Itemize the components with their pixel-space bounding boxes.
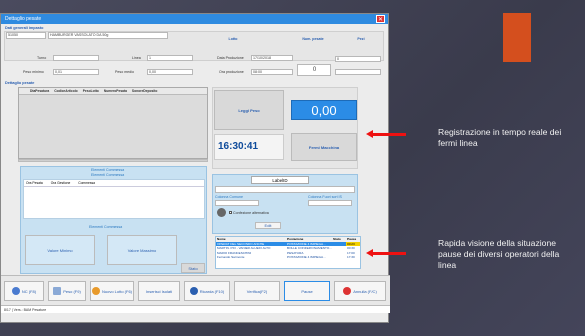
cancel-icon [343, 287, 352, 295]
label-id-title: LabelID [251, 176, 309, 184]
leggi-peso-button[interactable]: Leggi Peso [214, 90, 284, 130]
verifica-button[interactable]: Verifica(F2) [234, 281, 280, 301]
pause-table[interactable]: Nome Postazione Stato Pausa OPERAT DEL S… [215, 236, 361, 269]
nuovo-lotto-button[interactable]: Nuovo Lotto (F6) [90, 281, 134, 301]
pause-row-pausa: 17:30 [347, 255, 355, 260]
verifica-label: Verifica(F2) [246, 288, 268, 294]
detail-grid-header: DtaPesatura CodiceArticolo PesoLotto Num… [19, 88, 207, 95]
turno-field[interactable] [53, 55, 99, 61]
pause-row[interactable]: Fernando Sarmonte POSTAZIONE 4 IMPIEGA..… [216, 255, 360, 260]
detail-title: Dettaglio pesate [5, 81, 35, 85]
slide-accent [503, 13, 531, 62]
fermi-title: Elementi Commessa [91, 168, 125, 172]
annulla-label: Annulla (F/C) [353, 288, 377, 294]
ora-produzione-field[interactable]: 08:00 [251, 69, 293, 75]
window-titlebar: Dettaglio pesate ✕ [1, 14, 388, 24]
app-window: Dettaglio pesate ✕ Dati generali impasto… [0, 13, 390, 323]
detail-grid[interactable]: DtaPesatura CodiceArticolo PesoLotto Num… [18, 87, 208, 159]
stato-button[interactable]: Stato [181, 263, 205, 273]
pause-row-stato [332, 255, 346, 260]
settings-icon[interactable] [217, 208, 226, 217]
ricarda-button[interactable]: Ricarda (F10) [184, 281, 230, 301]
confezione-checkbox-label: Confezione alternativa [233, 211, 269, 215]
nc-label: NC (F8) [21, 288, 37, 294]
peso-medio-label: Peso medio [115, 70, 134, 74]
col-ora-pesata: Ora Pesata [26, 181, 43, 185]
label-panel: LabelID Colonna Comune Colonna Fuori sor… [212, 174, 358, 234]
window-title: Dettaglio pesate [5, 16, 42, 22]
extra-field[interactable] [335, 69, 381, 75]
annotation-fermi: Registrazione in tempo reale dei fermi l… [438, 127, 562, 148]
fermi-macchina-button[interactable]: Fermi Macchina [291, 133, 357, 161]
fermi-list[interactable]: Ora Pesata Ora Gestione Commessa [23, 179, 205, 219]
label-edit-button[interactable]: Edit [255, 222, 281, 229]
valore-minimo-button[interactable]: Valore Minimo [25, 235, 95, 265]
label-field2[interactable] [308, 200, 352, 206]
pezi-header: Pezi [357, 37, 365, 41]
peso-button[interactable]: Peso (F9) [48, 281, 86, 301]
col-codicearticolo: CodiceArticolo [54, 89, 78, 93]
col-ora-gestione: Ora Gestione [50, 181, 71, 185]
lotto-icon [91, 287, 100, 295]
status-bar: 8/17 | Vers.: BAM Pesature [1, 305, 390, 313]
col-commessa: Commessa [78, 181, 95, 185]
turno-label: Turno [37, 56, 47, 60]
ora-produzione-label: Ora produzione [219, 70, 244, 74]
col-numeropesata: NumeroPesata [103, 89, 127, 93]
annulla-button[interactable]: Annulla (F/C) [334, 281, 386, 301]
data-produzione-label: Data Produzione [217, 56, 244, 60]
peso-minimo-label: Peso minimo [23, 70, 44, 74]
col-sonoredeposito: SonoreDeposito [131, 89, 158, 93]
red-arrow-1 [366, 130, 406, 138]
label-field1[interactable] [215, 200, 259, 206]
nuovo-lotto-label: Nuovo Lotto (F6) [101, 288, 132, 294]
inserisci-isolati-button[interactable]: Inserisci Isolati [138, 281, 180, 301]
pause-row-post: POSTAZIONE 4 IMPIEGA... [287, 255, 326, 260]
counter-field[interactable]: 0 [297, 64, 331, 76]
section-label: Dati generali impasto [5, 26, 44, 30]
linea-field[interactable]: 1 [147, 55, 193, 61]
confezione-checkbox[interactable] [229, 211, 232, 214]
pause-label: Pause [301, 288, 313, 294]
label-field1-label: Colonna Comune [215, 195, 243, 199]
nc-button[interactable]: NC (F8) [4, 281, 44, 301]
detail-scrollbar[interactable] [18, 159, 208, 162]
refresh-icon [189, 287, 198, 295]
ricarda-label: Ricarda (F10) [199, 288, 225, 294]
inserisci-isolati-label: Inserisci Isolati [145, 288, 173, 294]
peso-label: Peso (F9) [63, 288, 81, 294]
num-pesate-header: Num. pesate [302, 37, 324, 41]
lotto-header: Lotto [228, 37, 238, 41]
fermi-panel: Elementi Commessa Elementi Commessa Ora … [20, 166, 207, 274]
valore-massimo-button[interactable]: Valore Massimo [107, 235, 177, 265]
weight-display: 0,00 [291, 100, 357, 120]
impasto-code[interactable]: 51050 [6, 32, 46, 39]
close-icon[interactable]: ✕ [376, 15, 385, 23]
clock-display: 16:30:41 [214, 134, 284, 160]
fermi-list-header: Ora Pesata Ora Gestione Commessa [24, 180, 204, 187]
fermi-subtitle: Elementi Commessa [91, 173, 125, 177]
fermi-footer: Elementi Commessa [89, 225, 123, 229]
label-field2-label: Colonna Fuori sort IS [308, 195, 342, 199]
pause-row-nome: Fernando Sarmonte [217, 255, 245, 260]
red-arrow-2 [366, 249, 406, 257]
linea-label: Linea [132, 56, 141, 60]
scale-icon [53, 287, 62, 295]
pause-button[interactable]: Pause [284, 281, 330, 301]
bottom-toolbar: NC (F8) Peso (F9) Nuovo Lotto (F6) Inser… [1, 275, 390, 305]
data-produzione-field[interactable]: 17/10/2018 [251, 55, 293, 61]
col-pesolotto: PesoLotto [82, 89, 99, 93]
peso-minimo-field[interactable]: 0,01 [53, 69, 99, 75]
annotation-pause: Rapida visione della situazione pause de… [438, 238, 560, 270]
col-dtapesatura: DtaPesatura [30, 89, 50, 93]
impasto-description[interactable]: HAMBURGER VASSOLATO DA 50g [48, 32, 168, 39]
counter2-field[interactable]: 0 [335, 56, 381, 62]
nc-icon [11, 287, 20, 295]
peso-medio-field[interactable]: 0,00 [147, 69, 193, 75]
label-main-field[interactable] [215, 186, 355, 193]
